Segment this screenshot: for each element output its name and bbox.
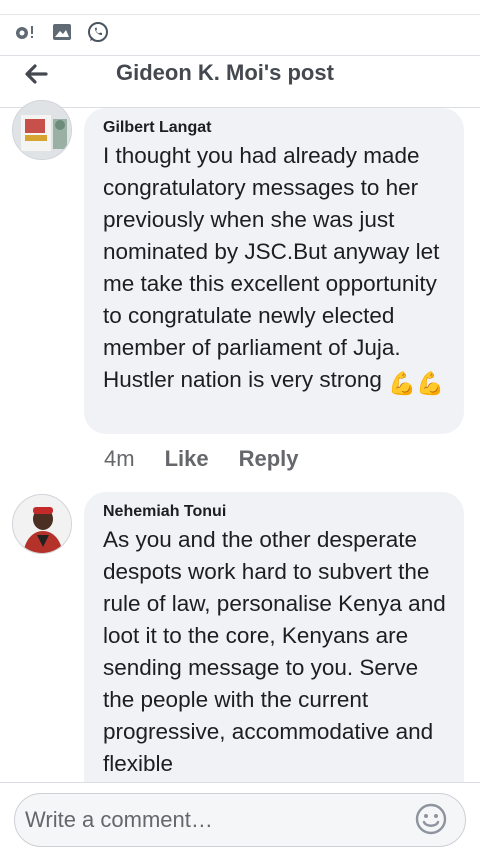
divider xyxy=(0,14,480,15)
comment-bubble[interactable]: Gilbert Langat I thought you had already… xyxy=(84,108,464,434)
comment-timestamp: 4m xyxy=(104,446,135,471)
page-title: Gideon K. Moi's post xyxy=(116,60,334,85)
comment-bubble[interactable]: Nehemiah Tonui As you and the other desp… xyxy=(84,492,464,812)
flexed-biceps-icon: 💪💪 xyxy=(388,371,445,396)
comment-actions: 4m Like Reply xyxy=(104,446,299,472)
comment-composer xyxy=(0,782,480,854)
reply-button[interactable]: Reply xyxy=(239,446,299,472)
like-button[interactable]: Like xyxy=(165,446,209,472)
comment-text: As you and the other desperate despots w… xyxy=(103,527,446,776)
notification-icon xyxy=(14,23,38,41)
smiley-icon[interactable] xyxy=(414,802,448,836)
avatar[interactable] xyxy=(12,100,72,160)
status-bar xyxy=(0,0,480,56)
comment-text: I thought you had already made congratul… xyxy=(103,140,446,400)
avatar[interactable] xyxy=(12,494,72,554)
comment-input[interactable] xyxy=(14,793,466,847)
arrow-left-icon[interactable] xyxy=(20,58,52,90)
comment-author[interactable]: Nehemiah Tonui xyxy=(103,502,446,522)
comment-author[interactable]: Gilbert Langat xyxy=(103,118,446,138)
comment-body: I thought you had already made congratul… xyxy=(103,143,440,392)
gallery-icon xyxy=(52,23,72,41)
whatsapp-icon xyxy=(86,20,110,44)
post-header: Gideon K. Moi's post xyxy=(0,56,480,108)
